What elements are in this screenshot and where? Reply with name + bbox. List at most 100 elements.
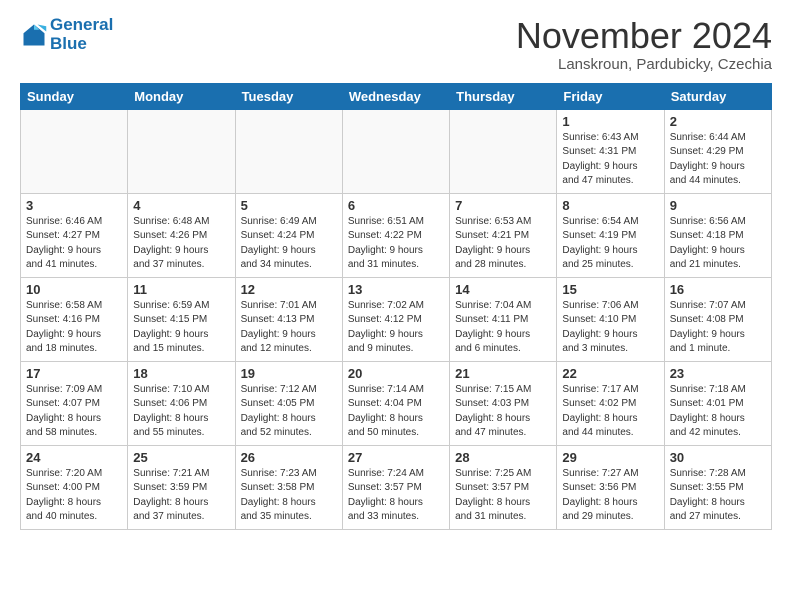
- table-cell: [235, 109, 342, 193]
- day-number: 27: [348, 450, 444, 465]
- col-tuesday: Tuesday: [235, 83, 342, 109]
- day-number: 29: [562, 450, 658, 465]
- day-info: Sunrise: 7:23 AM Sunset: 3:58 PM Dayligh…: [241, 467, 337, 525]
- day-info: Sunrise: 6:58 AM Sunset: 4:16 PM Dayligh…: [26, 299, 122, 357]
- day-info: Sunrise: 6:59 AM Sunset: 4:15 PM Dayligh…: [133, 299, 229, 357]
- day-info: Sunrise: 7:02 AM Sunset: 4:12 PM Dayligh…: [348, 299, 444, 357]
- table-cell: 24 Sunrise: 7:20 AM Sunset: 4:00 PM Dayli…: [21, 445, 128, 529]
- day-number: 26: [241, 450, 337, 465]
- day-info: Sunrise: 7:27 AM Sunset: 3:56 PM Dayligh…: [562, 467, 658, 525]
- table-cell: [21, 109, 128, 193]
- month-title: November 2024: [516, 16, 772, 56]
- day-number: 28: [455, 450, 551, 465]
- day-info: Sunrise: 7:04 AM Sunset: 4:11 PM Dayligh…: [455, 299, 551, 357]
- table-cell: 2 Sunrise: 6:44 AM Sunset: 4:29 PM Daylig…: [664, 109, 771, 193]
- day-info: Sunrise: 7:25 AM Sunset: 3:57 PM Dayligh…: [455, 467, 551, 525]
- day-info: Sunrise: 7:10 AM Sunset: 4:06 PM Dayligh…: [133, 383, 229, 441]
- table-cell: [342, 109, 449, 193]
- day-info: Sunrise: 7:14 AM Sunset: 4:04 PM Dayligh…: [348, 383, 444, 441]
- logo-icon: [20, 21, 48, 49]
- table-cell: 21Sunrise: 7:15 AM Sunset: 4:03 PM Dayli…: [450, 361, 557, 445]
- table-cell: 5 Sunrise: 6:49 AM Sunset: 4:24 PM Daylig…: [235, 193, 342, 277]
- table-cell: 4 Sunrise: 6:48 AM Sunset: 4:26 PM Daylig…: [128, 193, 235, 277]
- table-cell: 20 Sunrise: 7:14 AM Sunset: 4:04 PM Dayli…: [342, 361, 449, 445]
- table-cell: 7Sunrise: 6:53 AM Sunset: 4:21 PM Daylig…: [450, 193, 557, 277]
- day-info: Sunrise: 7:28 AM Sunset: 3:55 PM Dayligh…: [670, 467, 766, 525]
- table-cell: 11 Sunrise: 6:59 AM Sunset: 4:15 PM Dayli…: [128, 277, 235, 361]
- day-number: 23: [670, 366, 766, 381]
- col-monday: Monday: [128, 83, 235, 109]
- day-info: Sunrise: 6:43 AM Sunset: 4:31 PM Dayligh…: [562, 131, 658, 189]
- table-cell: 16Sunrise: 7:07 AM Sunset: 4:08 PM Dayli…: [664, 277, 771, 361]
- day-number: 1: [562, 114, 658, 129]
- table-cell: 9Sunrise: 6:56 AM Sunset: 4:18 PM Daylig…: [664, 193, 771, 277]
- table-cell: 15 Sunrise: 7:06 AM Sunset: 4:10 PM Dayli…: [557, 277, 664, 361]
- table-cell: 23 Sunrise: 7:18 AM Sunset: 4:01 PM Dayli…: [664, 361, 771, 445]
- day-number: 12: [241, 282, 337, 297]
- day-info: Sunrise: 7:20 AM Sunset: 4:00 PM Dayligh…: [26, 467, 122, 525]
- day-info: Sunrise: 6:49 AM Sunset: 4:24 PM Dayligh…: [241, 215, 337, 273]
- day-info: Sunrise: 6:46 AM Sunset: 4:27 PM Dayligh…: [26, 215, 122, 273]
- day-info: Sunrise: 6:44 AM Sunset: 4:29 PM Dayligh…: [670, 131, 766, 189]
- col-thursday: Thursday: [450, 83, 557, 109]
- location: Lanskroun, Pardubicky, Czechia: [516, 56, 772, 73]
- day-info: Sunrise: 7:17 AM Sunset: 4:02 PM Dayligh…: [562, 383, 658, 441]
- col-sunday: Sunday: [21, 83, 128, 109]
- table-cell: 25Sunrise: 7:21 AM Sunset: 3:59 PM Dayli…: [128, 445, 235, 529]
- day-number: 18: [133, 366, 229, 381]
- day-info: Sunrise: 6:53 AM Sunset: 4:21 PM Dayligh…: [455, 215, 551, 273]
- table-cell: 10 Sunrise: 6:58 AM Sunset: 4:16 PM Dayli…: [21, 277, 128, 361]
- calendar-week-3: 10 Sunrise: 6:58 AM Sunset: 4:16 PM Dayli…: [21, 277, 772, 361]
- table-cell: 14Sunrise: 7:04 AM Sunset: 4:11 PM Dayli…: [450, 277, 557, 361]
- col-wednesday: Wednesday: [342, 83, 449, 109]
- day-info: Sunrise: 7:12 AM Sunset: 4:05 PM Dayligh…: [241, 383, 337, 441]
- calendar-header-row: Sunday Monday Tuesday Wednesday Thursday…: [21, 83, 772, 109]
- day-info: Sunrise: 7:07 AM Sunset: 4:08 PM Dayligh…: [670, 299, 766, 357]
- day-number: 17: [26, 366, 122, 381]
- table-cell: 29 Sunrise: 7:27 AM Sunset: 3:56 PM Dayli…: [557, 445, 664, 529]
- day-number: 3: [26, 198, 122, 213]
- table-cell: 6 Sunrise: 6:51 AM Sunset: 4:22 PM Daylig…: [342, 193, 449, 277]
- day-number: 8: [562, 198, 658, 213]
- day-info: Sunrise: 7:01 AM Sunset: 4:13 PM Dayligh…: [241, 299, 337, 357]
- day-number: 25: [133, 450, 229, 465]
- day-info: Sunrise: 6:54 AM Sunset: 4:19 PM Dayligh…: [562, 215, 658, 273]
- header: General Blue November 2024 Lanskroun, Pa…: [20, 16, 772, 73]
- day-number: 6: [348, 198, 444, 213]
- calendar: Sunday Monday Tuesday Wednesday Thursday…: [20, 83, 772, 530]
- table-cell: 26 Sunrise: 7:23 AM Sunset: 3:58 PM Dayli…: [235, 445, 342, 529]
- table-cell: 1 Sunrise: 6:43 AM Sunset: 4:31 PM Daylig…: [557, 109, 664, 193]
- day-info: Sunrise: 7:18 AM Sunset: 4:01 PM Dayligh…: [670, 383, 766, 441]
- col-friday: Friday: [557, 83, 664, 109]
- day-number: 24: [26, 450, 122, 465]
- day-number: 10: [26, 282, 122, 297]
- day-number: 19: [241, 366, 337, 381]
- calendar-week-4: 17Sunrise: 7:09 AM Sunset: 4:07 PM Dayli…: [21, 361, 772, 445]
- table-cell: [450, 109, 557, 193]
- day-number: 2: [670, 114, 766, 129]
- day-number: 9: [670, 198, 766, 213]
- table-cell: 17Sunrise: 7:09 AM Sunset: 4:07 PM Dayli…: [21, 361, 128, 445]
- day-number: 21: [455, 366, 551, 381]
- day-number: 20: [348, 366, 444, 381]
- logo-text: General Blue: [50, 16, 113, 53]
- table-cell: 27Sunrise: 7:24 AM Sunset: 3:57 PM Dayli…: [342, 445, 449, 529]
- day-number: 4: [133, 198, 229, 213]
- day-info: Sunrise: 6:51 AM Sunset: 4:22 PM Dayligh…: [348, 215, 444, 273]
- day-number: 5: [241, 198, 337, 213]
- table-cell: 28 Sunrise: 7:25 AM Sunset: 3:57 PM Dayli…: [450, 445, 557, 529]
- table-cell: 18 Sunrise: 7:10 AM Sunset: 4:06 PM Dayli…: [128, 361, 235, 445]
- logo: General Blue: [20, 16, 113, 53]
- table-cell: 8 Sunrise: 6:54 AM Sunset: 4:19 PM Daylig…: [557, 193, 664, 277]
- table-cell: 19 Sunrise: 7:12 AM Sunset: 4:05 PM Dayli…: [235, 361, 342, 445]
- calendar-week-1: 1 Sunrise: 6:43 AM Sunset: 4:31 PM Daylig…: [21, 109, 772, 193]
- day-number: 11: [133, 282, 229, 297]
- day-info: Sunrise: 6:48 AM Sunset: 4:26 PM Dayligh…: [133, 215, 229, 273]
- day-info: Sunrise: 7:06 AM Sunset: 4:10 PM Dayligh…: [562, 299, 658, 357]
- table-cell: 12 Sunrise: 7:01 AM Sunset: 4:13 PM Dayli…: [235, 277, 342, 361]
- page: General Blue November 2024 Lanskroun, Pa…: [0, 0, 792, 612]
- day-number: 15: [562, 282, 658, 297]
- day-number: 30: [670, 450, 766, 465]
- table-cell: 22Sunrise: 7:17 AM Sunset: 4:02 PM Dayli…: [557, 361, 664, 445]
- day-number: 13: [348, 282, 444, 297]
